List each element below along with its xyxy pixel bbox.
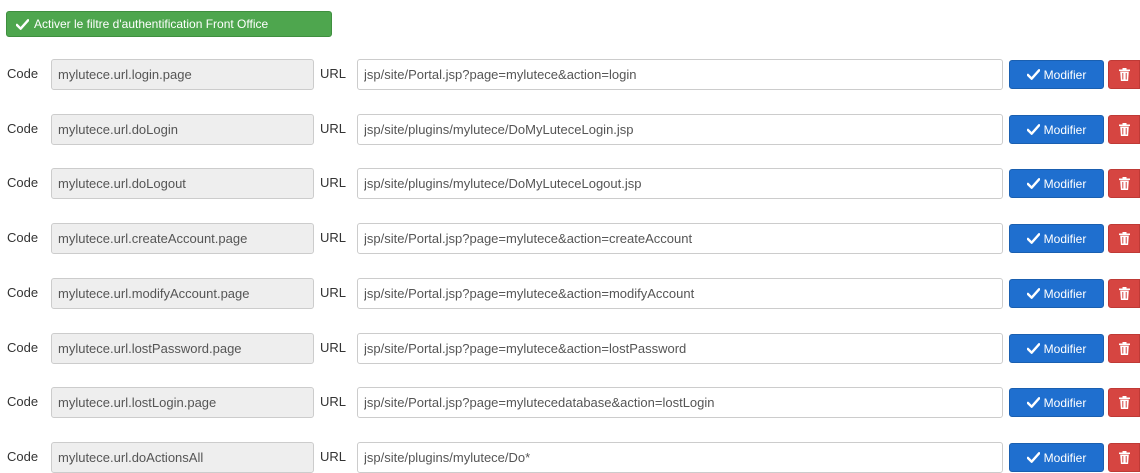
url-field[interactable] bbox=[357, 333, 1003, 364]
trash-icon bbox=[1118, 396, 1130, 409]
url-row: Code URL Modifier bbox=[0, 114, 1140, 145]
url-row: Code URL Modifier bbox=[0, 387, 1140, 418]
modify-button[interactable]: Modifier bbox=[1009, 60, 1104, 89]
modify-button[interactable]: Modifier bbox=[1009, 224, 1104, 253]
modify-label: Modifier bbox=[1043, 231, 1087, 246]
trash-icon bbox=[1118, 123, 1130, 136]
delete-button[interactable] bbox=[1108, 169, 1140, 198]
url-field[interactable] bbox=[357, 387, 1003, 418]
trash-icon bbox=[1118, 68, 1130, 81]
code-label: Code bbox=[7, 230, 39, 245]
delete-button[interactable] bbox=[1108, 60, 1140, 89]
trash-icon bbox=[1118, 451, 1130, 464]
trash-icon bbox=[1118, 177, 1130, 190]
url-row: Code URL Modifier bbox=[0, 59, 1140, 90]
delete-button[interactable] bbox=[1108, 388, 1140, 417]
code-label: Code bbox=[7, 340, 39, 355]
url-label: URL bbox=[320, 66, 347, 81]
modify-button[interactable]: Modifier bbox=[1009, 334, 1104, 363]
url-label: URL bbox=[320, 285, 347, 300]
url-field[interactable] bbox=[357, 59, 1003, 90]
code-field[interactable] bbox=[51, 387, 314, 418]
url-row: Code URL Modifier bbox=[0, 168, 1140, 199]
url-row: Code URL Modifier bbox=[0, 223, 1140, 254]
modify-button[interactable]: Modifier bbox=[1009, 279, 1104, 308]
url-row: Code URL Modifier bbox=[0, 278, 1140, 309]
modify-button[interactable]: Modifier bbox=[1009, 388, 1104, 417]
modify-button[interactable]: Modifier bbox=[1009, 169, 1104, 198]
url-label: URL bbox=[320, 121, 347, 136]
check-icon bbox=[1026, 288, 1040, 299]
url-field[interactable] bbox=[357, 442, 1003, 473]
delete-button[interactable] bbox=[1108, 279, 1140, 308]
check-icon bbox=[1026, 343, 1040, 354]
modify-label: Modifier bbox=[1043, 286, 1087, 301]
code-field[interactable] bbox=[51, 59, 314, 90]
modify-label: Modifier bbox=[1043, 395, 1087, 410]
check-icon bbox=[16, 18, 29, 30]
code-field[interactable] bbox=[51, 442, 314, 473]
modify-label: Modifier bbox=[1043, 176, 1087, 191]
modify-label: Modifier bbox=[1043, 341, 1087, 356]
check-icon bbox=[1026, 233, 1040, 244]
delete-button[interactable] bbox=[1108, 334, 1140, 363]
modify-label: Modifier bbox=[1043, 122, 1087, 137]
check-icon bbox=[1026, 397, 1040, 408]
delete-button[interactable] bbox=[1108, 115, 1140, 144]
url-row: Code URL Modifier bbox=[0, 333, 1140, 364]
activate-filter-label: Activer le filtre d'authentification Fro… bbox=[34, 17, 269, 31]
code-label: Code bbox=[7, 175, 39, 190]
url-field[interactable] bbox=[357, 168, 1003, 199]
url-field[interactable] bbox=[357, 223, 1003, 254]
trash-icon bbox=[1118, 342, 1130, 355]
url-row: Code URL Modifier bbox=[0, 442, 1140, 473]
modify-button[interactable]: Modifier bbox=[1009, 115, 1104, 144]
code-label: Code bbox=[7, 449, 39, 464]
url-label: URL bbox=[320, 175, 347, 190]
code-label: Code bbox=[7, 66, 39, 81]
code-field[interactable] bbox=[51, 278, 314, 309]
check-icon bbox=[1026, 452, 1040, 463]
code-label: Code bbox=[7, 394, 39, 409]
code-field[interactable] bbox=[51, 168, 314, 199]
activate-filter-button[interactable]: Activer le filtre d'authentification Fro… bbox=[6, 11, 332, 37]
trash-icon bbox=[1118, 232, 1130, 245]
url-label: URL bbox=[320, 340, 347, 355]
code-label: Code bbox=[7, 285, 39, 300]
check-icon bbox=[1026, 178, 1040, 189]
delete-button[interactable] bbox=[1108, 224, 1140, 253]
modify-label: Modifier bbox=[1043, 450, 1087, 465]
url-label: URL bbox=[320, 230, 347, 245]
code-label: Code bbox=[7, 121, 39, 136]
check-icon bbox=[1026, 124, 1040, 135]
url-field[interactable] bbox=[357, 114, 1003, 145]
code-field[interactable] bbox=[51, 333, 314, 364]
code-field[interactable] bbox=[51, 223, 314, 254]
url-label: URL bbox=[320, 394, 347, 409]
url-label: URL bbox=[320, 449, 347, 464]
check-icon bbox=[1026, 69, 1040, 80]
modify-label: Modifier bbox=[1043, 67, 1087, 82]
trash-icon bbox=[1118, 287, 1130, 300]
code-field[interactable] bbox=[51, 114, 314, 145]
url-field[interactable] bbox=[357, 278, 1003, 309]
